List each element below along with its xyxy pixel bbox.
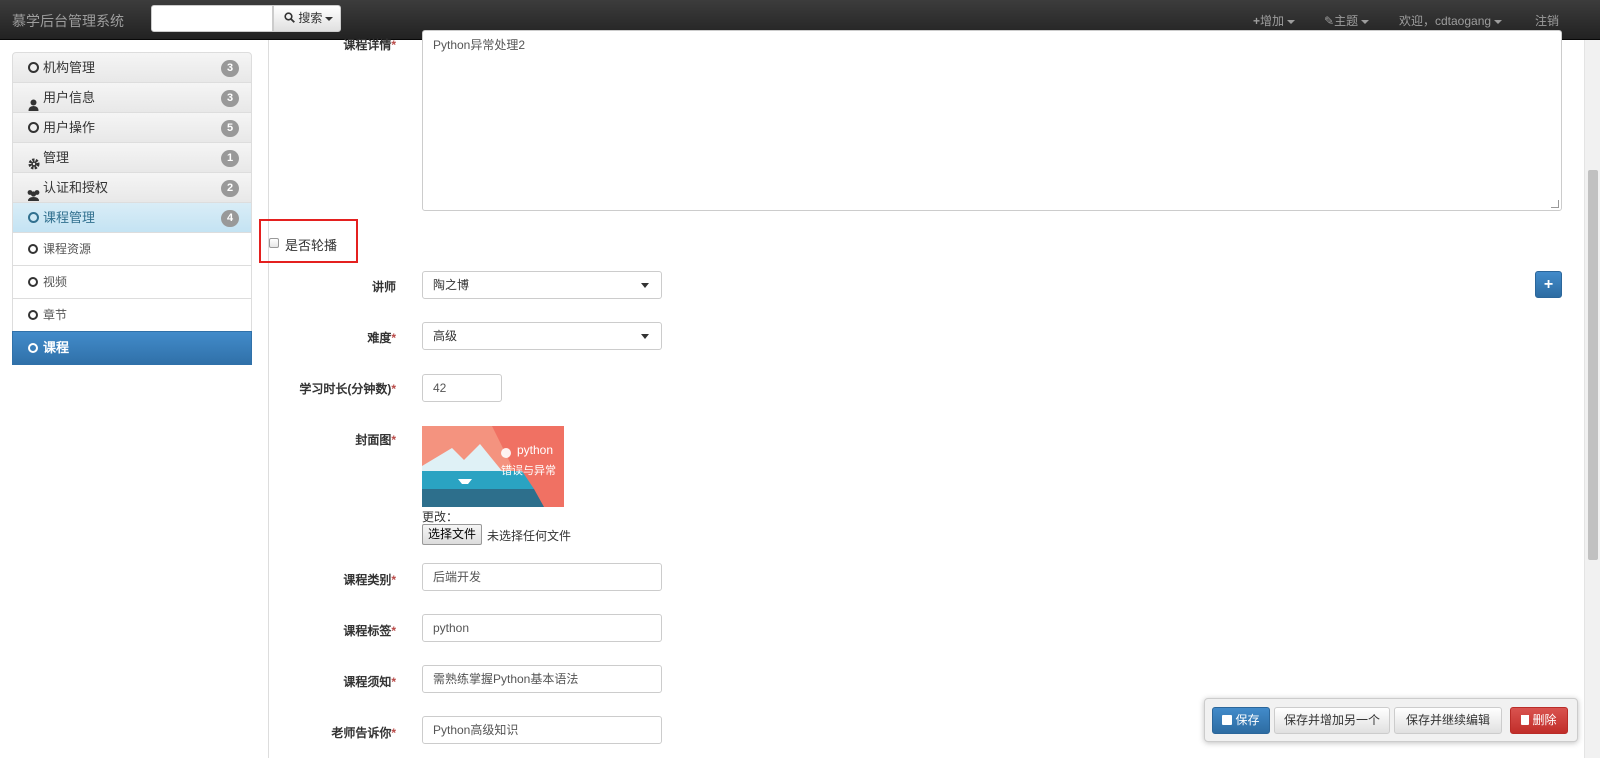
search-icon xyxy=(284,12,295,23)
sidebar: 机构管理 3 用户信息 3 用户操作 5 管理 1 认证和授权 2 课程管理 4… xyxy=(12,52,252,365)
sidebar-subitem-chapter[interactable]: 章节 xyxy=(12,298,252,332)
plus-icon: + xyxy=(1253,14,1261,28)
search-input[interactable] xyxy=(151,5,273,32)
cover-label: 封面图* xyxy=(355,433,396,447)
teacher-tell-input[interactable]: Python高级知识 xyxy=(422,716,662,744)
count-badge: 3 xyxy=(221,90,239,107)
sidebar-subitem-course-resource[interactable]: 课程资源 xyxy=(12,232,252,266)
learn-time-input[interactable]: 42 xyxy=(422,374,502,402)
sidebar-subitem-video[interactable]: 视频 xyxy=(12,265,252,299)
chevron-down-icon xyxy=(641,334,649,339)
change-label: 更改： xyxy=(422,510,459,524)
teacher-label: 讲师 xyxy=(371,280,396,294)
teacher-value: 陶之博 xyxy=(433,278,470,292)
sidebar-item-label: 认证和授权 xyxy=(43,180,109,195)
circle-icon xyxy=(28,244,38,254)
cover-title: python xyxy=(517,443,554,457)
cover-image[interactable]: python 错误与异常 xyxy=(422,426,564,507)
file-status-text: 未选择任何文件 xyxy=(487,529,572,543)
learn-time-label: 学习时长(分钟数)* xyxy=(299,382,396,396)
circle-icon xyxy=(28,343,38,353)
sidebar-item-user-info[interactable]: 用户信息 3 xyxy=(12,82,252,113)
save-continue-button[interactable]: 保存并继续编辑 xyxy=(1394,707,1502,734)
detail-textarea[interactable]: Python异常处理2 xyxy=(422,30,1562,211)
degree-label: 难度* xyxy=(367,331,396,345)
sidebar-divider xyxy=(268,40,269,758)
notice-input[interactable]: 需熟练掌握Python基本语法 xyxy=(422,665,662,693)
save-button[interactable]: 保存 xyxy=(1212,707,1270,734)
sidebar-subitem-label: 课程资源 xyxy=(43,242,92,256)
chevron-down-icon xyxy=(1361,19,1370,24)
nav-add-menu[interactable]: +增加 xyxy=(1253,12,1296,29)
brush-icon: ✎ xyxy=(1324,14,1335,28)
count-badge: 5 xyxy=(221,120,239,137)
circle-icon xyxy=(28,62,39,73)
nav-theme-label: 主题 xyxy=(1334,14,1359,28)
sidebar-subitem-course[interactable]: 课程 xyxy=(12,331,252,365)
brand-title[interactable]: 慕学后台管理系统 xyxy=(12,11,124,31)
count-badge: 3 xyxy=(221,60,239,77)
sidebar-subitem-label: 视频 xyxy=(43,275,68,289)
choose-file-button[interactable]: 选择文件 xyxy=(422,524,482,545)
degree-value: 高级 xyxy=(433,329,458,343)
category-label: 课程类别* xyxy=(343,573,396,587)
sidebar-item-label: 用户操作 xyxy=(43,120,96,135)
chevron-down-icon xyxy=(1287,19,1296,24)
degree-select[interactable]: 高级 xyxy=(422,322,662,350)
chevron-down-icon xyxy=(1494,19,1503,24)
nav-theme-menu[interactable]: ✎主题 xyxy=(1324,12,1370,29)
nav-user-menu[interactable]: 欢迎，cdtaogang xyxy=(1399,12,1503,29)
circle-icon xyxy=(28,212,39,223)
resize-handle-icon[interactable] xyxy=(1551,200,1559,208)
chevron-down-icon xyxy=(325,16,334,21)
form-action-bar: 保存 保存并增加另一个 保存并继续编辑 删除 xyxy=(1204,698,1578,742)
is-banner-label: 是否轮播 xyxy=(285,238,338,253)
sidebar-item-user-ops[interactable]: 用户操作 5 xyxy=(12,112,252,143)
sidebar-item-auth[interactable]: 认证和授权 2 xyxy=(12,172,252,203)
count-badge: 1 xyxy=(221,150,239,167)
sidebar-item-org[interactable]: 机构管理 3 xyxy=(12,52,252,83)
circle-icon xyxy=(28,310,38,320)
tag-input[interactable]: python xyxy=(422,614,662,642)
trash-icon xyxy=(1521,715,1530,725)
sidebar-item-label: 课程管理 xyxy=(43,210,96,225)
teacher-tell-label: 老师告诉你* xyxy=(331,726,396,740)
sidebar-item-label: 用户信息 xyxy=(43,90,96,105)
notice-label: 课程须知* xyxy=(343,675,396,689)
sidebar-item-course-manage[interactable]: 课程管理 4 xyxy=(12,202,252,233)
sidebar-item-label: 机构管理 xyxy=(43,60,96,75)
is-banner-checkbox[interactable] xyxy=(269,238,279,248)
plus-icon: + xyxy=(1543,276,1554,293)
sidebar-subitem-label: 章节 xyxy=(43,308,68,322)
sidebar-subitem-label: 课程 xyxy=(43,340,70,355)
nav-welcome-label: 欢迎，cdtaogang xyxy=(1399,14,1492,28)
count-badge: 2 xyxy=(221,180,239,197)
detail-label: 课程详情* xyxy=(343,38,396,52)
chevron-down-icon xyxy=(641,283,649,288)
search-button[interactable]: 搜索 xyxy=(273,5,341,32)
floppy-icon xyxy=(1222,715,1233,725)
page-scrollbar[interactable] xyxy=(1584,40,1600,758)
scrollbar-thumb[interactable] xyxy=(1588,170,1598,560)
delete-button[interactable]: 删除 xyxy=(1510,707,1568,734)
cover-subtitle: 错误与异常 xyxy=(501,465,556,477)
circle-icon xyxy=(28,122,39,133)
count-badge: 4 xyxy=(221,210,239,227)
detail-value: Python异常处理2 xyxy=(433,38,526,52)
sidebar-item-label: 管理 xyxy=(43,150,70,165)
nav-logout-link[interactable]: 注销 xyxy=(1535,12,1559,29)
save-add-another-button[interactable]: 保存并增加另一个 xyxy=(1274,707,1390,734)
add-teacher-button[interactable]: + xyxy=(1535,271,1562,298)
category-input[interactable]: 后端开发 xyxy=(422,563,662,591)
circle-icon xyxy=(28,277,38,287)
nav-add-label: 增加 xyxy=(1260,14,1285,28)
teacher-select[interactable]: 陶之博 xyxy=(422,271,662,299)
tag-label: 课程标签* xyxy=(343,624,396,638)
search-label: 搜索 xyxy=(298,11,323,25)
sidebar-item-manage[interactable]: 管理 1 xyxy=(12,142,252,173)
